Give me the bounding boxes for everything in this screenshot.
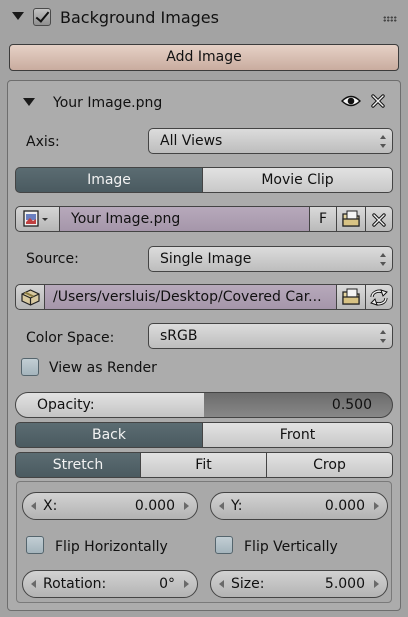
opacity-value: 0.500	[331, 397, 372, 413]
increment-arrow-icon[interactable]	[184, 502, 189, 510]
size-value: 5.000	[324, 576, 365, 592]
flip-horizontally-checkbox[interactable]	[26, 536, 44, 554]
increment-arrow-icon[interactable]	[374, 502, 379, 510]
increment-arrow-icon[interactable]	[374, 580, 379, 588]
tab-front[interactable]: Front	[203, 422, 393, 448]
unlink-image-button[interactable]	[365, 206, 393, 232]
close-icon[interactable]	[370, 93, 386, 109]
filepath-field[interactable]: /Users/versluis/Desktop/Covered Car...	[44, 284, 337, 310]
reload-image-button[interactable]	[365, 284, 393, 310]
y-value: 0.000	[324, 498, 365, 514]
folder-icon	[342, 210, 360, 227]
axis-value: All Views	[160, 133, 223, 149]
size-field[interactable]: Size: 5.000	[210, 570, 388, 598]
dropdown-arrows-icon	[380, 330, 387, 343]
image-name-field[interactable]: Your Image.png	[59, 206, 310, 232]
tab-image[interactable]: Image	[15, 167, 203, 193]
axis-label: Axis:	[26, 134, 60, 150]
decrement-arrow-icon[interactable]	[219, 502, 224, 510]
pack-image-button[interactable]	[15, 284, 45, 310]
x-label: X:	[43, 498, 58, 514]
tab-stretch[interactable]: Stretch	[15, 452, 141, 478]
folder-icon	[342, 288, 360, 305]
background-images-checkbox[interactable]	[33, 8, 51, 26]
close-icon	[372, 213, 386, 227]
decrement-arrow-icon[interactable]	[219, 580, 224, 588]
axis-dropdown[interactable]: All Views	[148, 128, 393, 154]
rotation-label: Rotation:	[43, 576, 107, 592]
rotation-value: 0°	[159, 576, 175, 592]
y-label: Y:	[231, 498, 243, 514]
tab-movie-clip[interactable]: Movie Clip	[203, 167, 393, 193]
drag-grip-icon[interactable]	[383, 16, 397, 22]
color-space-label: Color Space:	[26, 330, 115, 346]
y-offset-field[interactable]: Y: 0.000	[210, 492, 388, 520]
decrement-arrow-icon[interactable]	[31, 580, 36, 588]
color-space-dropdown[interactable]: sRGB	[148, 323, 393, 349]
add-image-button[interactable]: Add Image	[9, 44, 399, 71]
flip-vertically-checkbox[interactable]	[215, 536, 233, 554]
view-as-render-checkbox[interactable]	[21, 358, 39, 376]
fake-user-button[interactable]: F	[309, 206, 337, 232]
eye-icon[interactable]	[341, 94, 361, 108]
panel-title: Background Images	[60, 8, 219, 27]
view-as-render-label: View as Render	[49, 360, 157, 376]
reload-icon	[370, 289, 388, 306]
image-browse-button[interactable]	[15, 206, 60, 232]
package-icon	[21, 289, 40, 306]
flip-horizontally-label: Flip Horizontally	[55, 539, 168, 555]
size-label: Size:	[231, 576, 265, 592]
dropdown-arrows-icon	[380, 135, 387, 148]
item-name: Your Image.png	[53, 95, 163, 111]
x-value: 0.000	[134, 498, 175, 514]
color-space-value: sRGB	[160, 328, 198, 344]
source-value: Single Image	[160, 251, 252, 267]
opacity-slider[interactable]: Opacity: 0.500	[15, 392, 393, 418]
item-collapse-icon[interactable]	[23, 98, 35, 106]
tab-crop[interactable]: Crop	[267, 452, 393, 478]
source-label: Source:	[26, 251, 79, 267]
open-image-button[interactable]	[336, 206, 366, 232]
tab-back[interactable]: Back	[15, 422, 203, 448]
flip-vertically-label: Flip Vertically	[244, 539, 338, 555]
dropdown-arrows-icon	[380, 253, 387, 266]
browse-filepath-button[interactable]	[336, 284, 366, 310]
x-offset-field[interactable]: X: 0.000	[22, 492, 198, 520]
opacity-label: Opacity:	[37, 397, 95, 413]
decrement-arrow-icon[interactable]	[31, 502, 36, 510]
image-browse-icon	[23, 210, 48, 227]
source-dropdown[interactable]: Single Image	[148, 246, 393, 272]
increment-arrow-icon[interactable]	[184, 580, 189, 588]
tab-fit[interactable]: Fit	[141, 452, 267, 478]
panel-collapse-icon[interactable]	[12, 12, 24, 20]
rotation-field[interactable]: Rotation: 0°	[22, 570, 198, 598]
